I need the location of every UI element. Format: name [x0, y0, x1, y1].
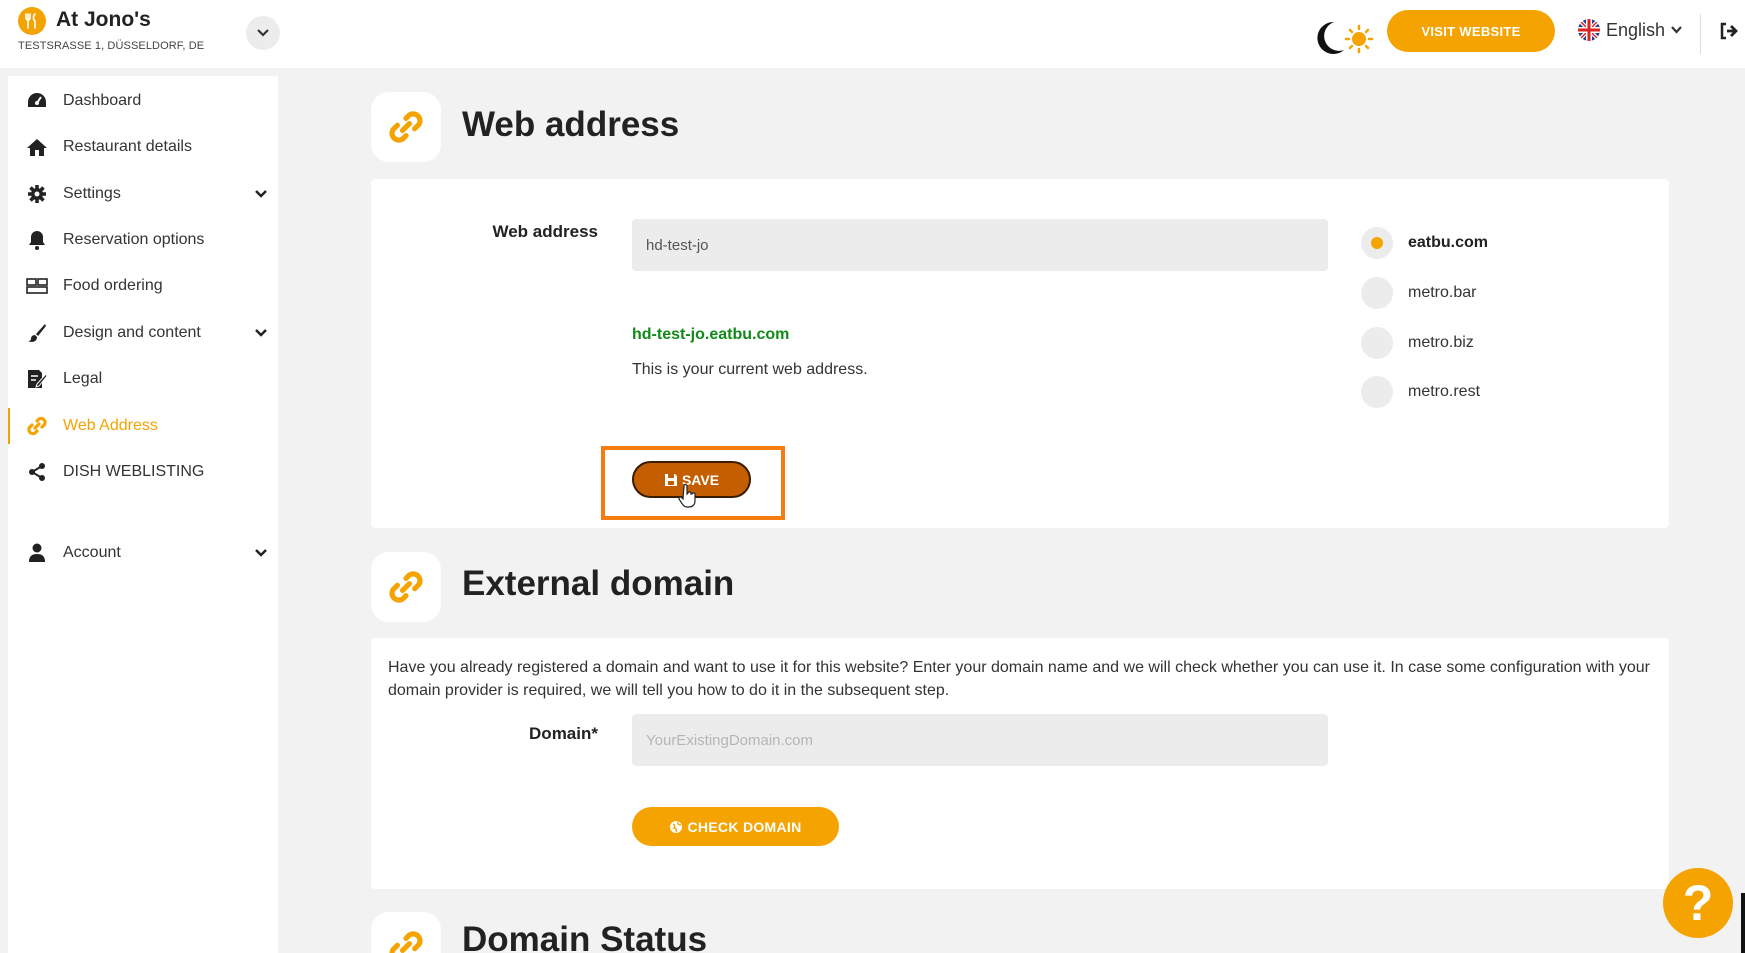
- sidebar-item-account[interactable]: Account: [8, 533, 278, 573]
- sidebar-item-label: Account: [63, 544, 121, 561]
- sidebar-item-label: Restaurant details: [63, 138, 192, 155]
- chevron-down-icon: [255, 549, 267, 557]
- chevron-down-icon: [255, 190, 267, 198]
- sidebar-item-design-and-content[interactable]: Design and content: [8, 313, 278, 353]
- link-icon: [371, 552, 441, 622]
- bell-icon: [26, 229, 48, 251]
- domain-label: Domain*: [529, 724, 598, 743]
- sidebar-item-reservation-options[interactable]: Reservation options: [8, 220, 278, 260]
- language-label: English: [1606, 19, 1666, 40]
- section-title-external-domain: External domain: [462, 564, 735, 603]
- visit-website-button[interactable]: VISIT WEBSITE: [1387, 10, 1555, 52]
- radio-button[interactable]: [1361, 327, 1393, 359]
- domain-option-eatbu[interactable]: eatbu.com: [1361, 227, 1488, 259]
- radio-button[interactable]: [1361, 227, 1393, 259]
- check-domain-label: CHECK DOMAIN: [687, 818, 802, 835]
- link-icon: [371, 92, 441, 162]
- sidebar-item-label: Food ordering: [63, 277, 163, 294]
- sidebar-item-dashboard[interactable]: Dashboard: [8, 81, 278, 121]
- sidebar-item-legal[interactable]: Legal: [8, 359, 278, 399]
- sidebar-item-web-address[interactable]: Web Address: [8, 406, 278, 446]
- domain-option-metro-biz[interactable]: metro.biz: [1361, 327, 1474, 359]
- external-domain-description: Have you already registered a domain and…: [388, 659, 1650, 699]
- sidebar-item-food-ordering[interactable]: Food ordering: [8, 266, 278, 306]
- gear-icon: [26, 183, 48, 205]
- section-title-domain-status: Domain Status: [462, 920, 708, 953]
- language-selector[interactable]: English: [1578, 19, 1682, 41]
- sidebar-item-label: Dashboard: [63, 92, 142, 109]
- floppy-disk-icon: [664, 473, 677, 486]
- link-icon: [371, 912, 441, 953]
- hand-cursor-icon: [678, 484, 696, 508]
- share-icon: [26, 461, 48, 483]
- chevron-down-icon: [255, 329, 267, 337]
- user-icon: [26, 542, 48, 564]
- dashboard-icon: [26, 90, 48, 112]
- sun-icon: [1344, 24, 1374, 54]
- logout-icon: [1720, 22, 1738, 40]
- chevron-down-icon: [1671, 26, 1682, 34]
- domain-option-label: eatbu.com: [1408, 234, 1489, 251]
- domain-option-label: metro.bar: [1408, 284, 1477, 301]
- restaurant-switcher-button[interactable]: [246, 16, 280, 50]
- divider: [1700, 14, 1701, 54]
- help-button[interactable]: ?: [1663, 868, 1733, 938]
- web-address-card: Web address hd-test-jo.eatbu.com This is…: [371, 179, 1669, 528]
- home-icon: [26, 136, 48, 158]
- sidebar-item-restaurant-details[interactable]: Restaurant details: [8, 127, 278, 167]
- sidebar-item-label: Web Address: [63, 417, 158, 434]
- link-icon: [26, 415, 48, 437]
- sidebar-item-label: Design and content: [63, 324, 201, 341]
- sidebar-item-dish-weblisting[interactable]: DISH WEBLISTING: [8, 452, 278, 492]
- external-domain-card: Have you already registered a domain and…: [371, 638, 1669, 889]
- sidebar-item-label: Settings: [63, 185, 121, 202]
- radio-button[interactable]: [1361, 376, 1393, 408]
- sidebar: Dashboard Restaurant details Settings Re…: [8, 76, 278, 953]
- helper-text: This is your current web address.: [632, 361, 868, 378]
- brush-icon: [26, 322, 48, 344]
- food-ordering-icon: [26, 275, 48, 297]
- globe-icon: [670, 820, 683, 833]
- restaurant-name: At Jono's: [56, 8, 151, 31]
- moon-icon: [1317, 21, 1344, 54]
- restaurant-logo-icon: [18, 7, 46, 35]
- radio-selected-dot: [1371, 237, 1383, 249]
- domain-option-label: metro.biz: [1408, 334, 1474, 351]
- top-bar: At Jono's TESTSRASSE 1, DÜSSELDORF, DE V…: [0, 0, 1745, 68]
- radio-button[interactable]: [1361, 277, 1393, 309]
- domain-option-metro-rest[interactable]: metro.rest: [1361, 376, 1480, 408]
- restaurant-address: TESTSRASSE 1, DÜSSELDORF, DE: [18, 40, 205, 52]
- sidebar-item-label: DISH WEBLISTING: [63, 463, 205, 480]
- theme-toggle[interactable]: [1308, 18, 1378, 58]
- sidebar-item-label: Legal: [63, 370, 103, 387]
- web-address-input[interactable]: [632, 219, 1328, 271]
- web-address-label: Web address: [492, 222, 598, 241]
- sidebar-item-label: Reservation options: [63, 231, 205, 248]
- check-domain-button[interactable]: CHECK DOMAIN: [632, 807, 839, 846]
- sidebar-item-settings[interactable]: Settings: [8, 174, 278, 214]
- domain-option-label: metro.rest: [1408, 383, 1481, 400]
- domain-input[interactable]: [632, 714, 1328, 766]
- domain-option-metro-bar[interactable]: metro.bar: [1361, 277, 1476, 309]
- chevron-down-icon: [257, 29, 269, 37]
- scrollbar-edge: [1741, 893, 1745, 953]
- logout-button[interactable]: [1718, 20, 1740, 42]
- uk-flag-icon: [1578, 19, 1600, 41]
- legal-icon: [26, 368, 48, 390]
- current-url: hd-test-jo.eatbu.com: [632, 326, 790, 343]
- page-title: Web address: [462, 105, 680, 144]
